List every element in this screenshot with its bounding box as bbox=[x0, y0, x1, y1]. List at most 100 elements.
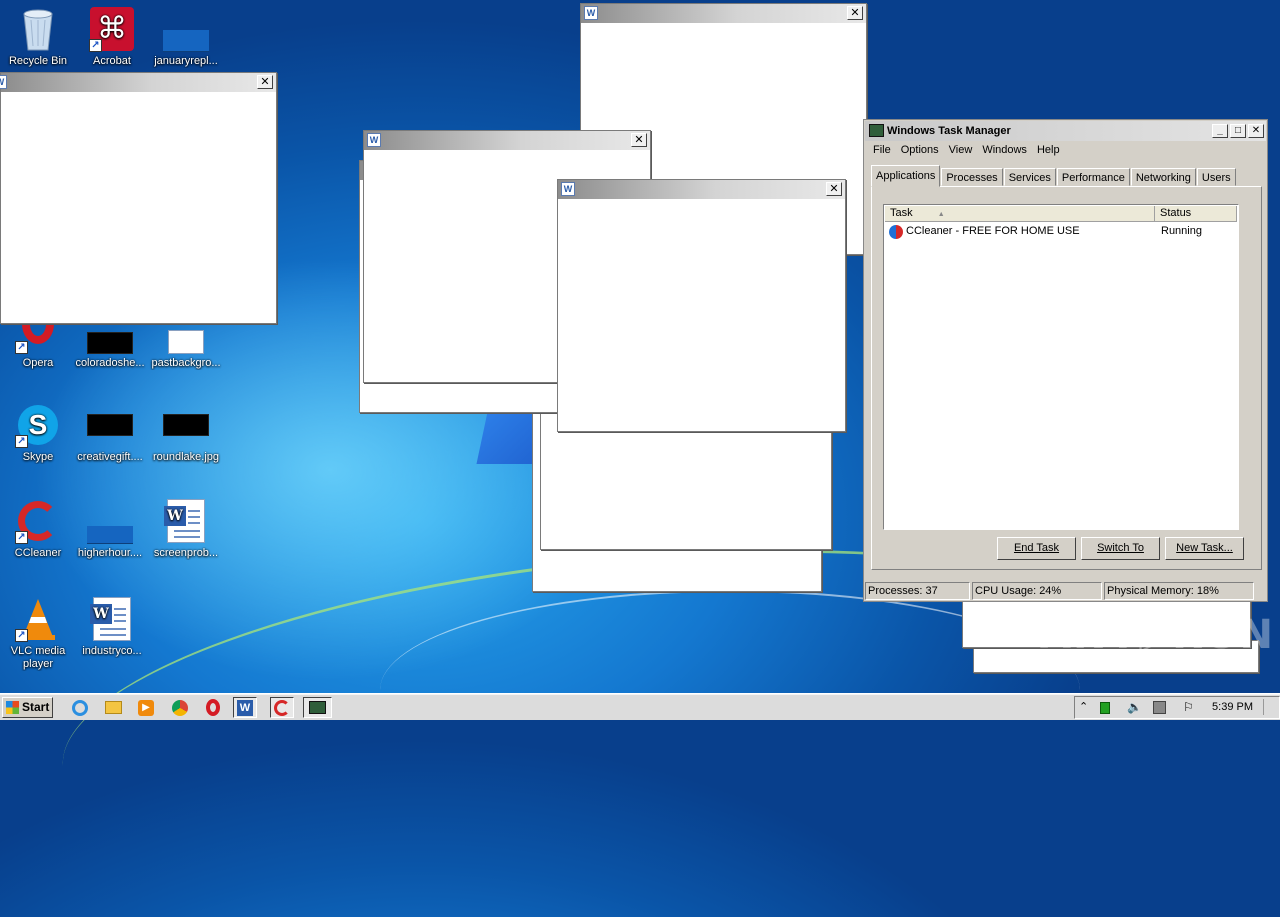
desktop-icon-label: coloradoshe... bbox=[75, 357, 145, 369]
desktop-icon-higherhour[interactable]: higherhour.... bbox=[72, 498, 148, 560]
task-manager-titlebar[interactable]: Windows Task Manager _ □ ✕ bbox=[865, 121, 1266, 141]
menu-help[interactable]: Help bbox=[1032, 142, 1065, 160]
action-center-icon[interactable] bbox=[1153, 701, 1166, 714]
column-header-status[interactable]: Status bbox=[1155, 206, 1237, 222]
show-desktop-button[interactable] bbox=[1263, 699, 1277, 715]
tab-performance[interactable]: Performance bbox=[1056, 168, 1130, 186]
desktop-icon-recycle-bin[interactable]: Recycle Bin bbox=[0, 6, 76, 68]
tab-services[interactable]: Services bbox=[1003, 168, 1056, 186]
taskbar-ccleaner[interactable] bbox=[270, 697, 294, 718]
task-list[interactable]: Task ▲ Status CCleaner - FREE FOR HOME U… bbox=[883, 204, 1239, 530]
window-titlebar[interactable]: W ✕ bbox=[581, 4, 866, 23]
taskbar: Start ▶ W ⌃ 🔈 ⚐ 5:39 PM bbox=[0, 693, 1280, 720]
shortcut-arrow-icon: ↗ bbox=[15, 531, 28, 544]
recycle-bin-icon bbox=[15, 6, 61, 52]
taskbar-internet-explorer[interactable] bbox=[68, 697, 92, 718]
status-processes: Processes: 37 bbox=[865, 582, 970, 600]
menu-windows[interactable]: Windows bbox=[977, 142, 1032, 160]
status-physical-memory: Physical Memory: 18% bbox=[1104, 582, 1254, 600]
desktop-icon-label: pastbackgro... bbox=[151, 357, 221, 369]
desktop-icon-label: Skype bbox=[22, 451, 54, 463]
close-button[interactable]: ✕ bbox=[631, 133, 647, 147]
minimize-button[interactable]: _ bbox=[1212, 124, 1228, 138]
desktop-icon-label: Acrobat bbox=[93, 55, 131, 67]
menu-options[interactable]: Options bbox=[896, 142, 944, 160]
new-task-button[interactable]: New Task... bbox=[1165, 537, 1244, 560]
tab-processes[interactable]: Processes bbox=[941, 168, 1003, 186]
taskbar-opera[interactable] bbox=[201, 697, 225, 718]
file-explorer-icon bbox=[104, 701, 122, 714]
network-status-icon[interactable] bbox=[1100, 702, 1110, 714]
status-cpu-usage: CPU Usage: 24% bbox=[972, 582, 1102, 600]
ccleaner-icon: ↗ bbox=[15, 498, 61, 544]
skype-icon: S ↗ bbox=[15, 402, 61, 448]
speaker-icon[interactable]: 🔈 bbox=[1127, 700, 1142, 714]
menu-view[interactable]: View bbox=[944, 142, 978, 160]
word-app-icon: W bbox=[0, 75, 7, 89]
task-manager-icon bbox=[869, 124, 884, 137]
blank-window[interactable]: W ✕ bbox=[0, 72, 277, 324]
maximize-button[interactable]: □ bbox=[1230, 124, 1246, 138]
shortcut-arrow-icon: ↗ bbox=[89, 39, 102, 52]
shortcut-arrow-icon: ↗ bbox=[15, 629, 28, 642]
close-button[interactable]: ✕ bbox=[1248, 124, 1264, 138]
word-icon: W bbox=[237, 699, 253, 716]
blank-window[interactable]: W ✕ bbox=[557, 179, 846, 432]
word-app-icon: W bbox=[584, 6, 598, 20]
desktop-icon-acrobat[interactable]: ⌘ ↗ Acrobat bbox=[74, 6, 150, 68]
window-titlebar[interactable]: W ✕ bbox=[558, 180, 845, 199]
menu-file[interactable]: File bbox=[868, 142, 896, 160]
desktop-icon-creativegift[interactable]: creativegift.... bbox=[72, 402, 148, 464]
taskbar-task-manager[interactable] bbox=[303, 697, 332, 718]
desktop-icon-skype[interactable]: S ↗ Skype bbox=[0, 402, 76, 464]
desktop-icon-ccleaner[interactable]: ↗ CCleaner bbox=[0, 498, 76, 560]
desktop-icon-label: Opera bbox=[22, 357, 54, 369]
start-button[interactable]: Start bbox=[2, 697, 53, 718]
task-manager-window[interactable]: Windows Task Manager _ □ ✕ File Options … bbox=[863, 119, 1268, 602]
desktop-icon-label: VLC media player bbox=[10, 645, 66, 670]
table-row[interactable]: CCleaner - FREE FOR HOME USE Running bbox=[885, 223, 1235, 240]
clock[interactable]: 5:39 PM bbox=[1212, 701, 1253, 713]
task-manager-icon bbox=[309, 701, 326, 714]
flag-icon[interactable]: ⚐ bbox=[1183, 700, 1194, 714]
close-button[interactable]: ✕ bbox=[257, 75, 273, 89]
tab-networking[interactable]: Networking bbox=[1130, 168, 1196, 186]
close-button[interactable]: ✕ bbox=[847, 6, 863, 20]
window-titlebar[interactable]: W ✕ bbox=[364, 131, 650, 150]
desktop-icon-roundlake[interactable]: roundlake.jpg bbox=[148, 402, 224, 464]
word-app-icon: W bbox=[367, 133, 381, 147]
desktop-icon-vlc[interactable]: ↗ VLC media player bbox=[0, 596, 76, 671]
end-task-button[interactable]: End Task bbox=[997, 537, 1076, 560]
taskbar-file-explorer[interactable] bbox=[101, 697, 125, 718]
word-app-icon: W bbox=[561, 182, 575, 196]
taskbar-word[interactable]: W bbox=[233, 697, 257, 718]
taskbar-media-player[interactable]: ▶ bbox=[134, 697, 158, 718]
desktop-icon-label: creativegift.... bbox=[77, 451, 143, 463]
show-hidden-icons-icon[interactable]: ⌃ bbox=[1079, 700, 1088, 713]
desktop-icon-industryco[interactable]: W industryco... bbox=[74, 596, 150, 658]
desktop-icon-januaryrepl[interactable]: januaryrepl... bbox=[148, 6, 224, 68]
status-bar: Processes: 37 CPU Usage: 24% Physical Me… bbox=[865, 582, 1266, 600]
tab-applications[interactable]: Applications bbox=[871, 165, 941, 187]
desktop-icon-label: screenprob... bbox=[153, 547, 219, 559]
window-title: Windows Task Manager bbox=[887, 125, 1011, 137]
image-thumbnail-icon bbox=[87, 498, 133, 544]
acrobat-icon: ⌘ ↗ bbox=[89, 6, 135, 52]
tab-strip: Applications Processes Services Performa… bbox=[871, 165, 1237, 187]
switch-to-button[interactable]: Switch To bbox=[1081, 537, 1160, 560]
tab-users[interactable]: Users bbox=[1196, 168, 1236, 186]
close-button[interactable]: ✕ bbox=[826, 182, 842, 196]
system-tray: ⌃ 🔈 ⚐ 5:39 PM bbox=[1074, 696, 1280, 719]
windows-logo-icon bbox=[6, 701, 19, 714]
word-document-icon: W bbox=[163, 498, 209, 544]
desktop-icon-label: januaryrepl... bbox=[154, 55, 218, 67]
column-header-task[interactable]: Task ▲ bbox=[885, 206, 1155, 222]
image-thumbnail-icon bbox=[163, 6, 209, 52]
word-document-icon: W bbox=[89, 596, 135, 642]
taskbar-chrome[interactable] bbox=[168, 697, 192, 718]
anyrun-watermark: ANY▷RUN bbox=[1040, 612, 1275, 658]
task-name: CCleaner - FREE FOR HOME USE bbox=[906, 225, 1080, 237]
window-titlebar[interactable]: W ✕ bbox=[0, 73, 276, 92]
desktop-icon-screenprob[interactable]: W screenprob... bbox=[148, 498, 224, 560]
desktop-icon-label: roundlake.jpg bbox=[152, 451, 220, 463]
